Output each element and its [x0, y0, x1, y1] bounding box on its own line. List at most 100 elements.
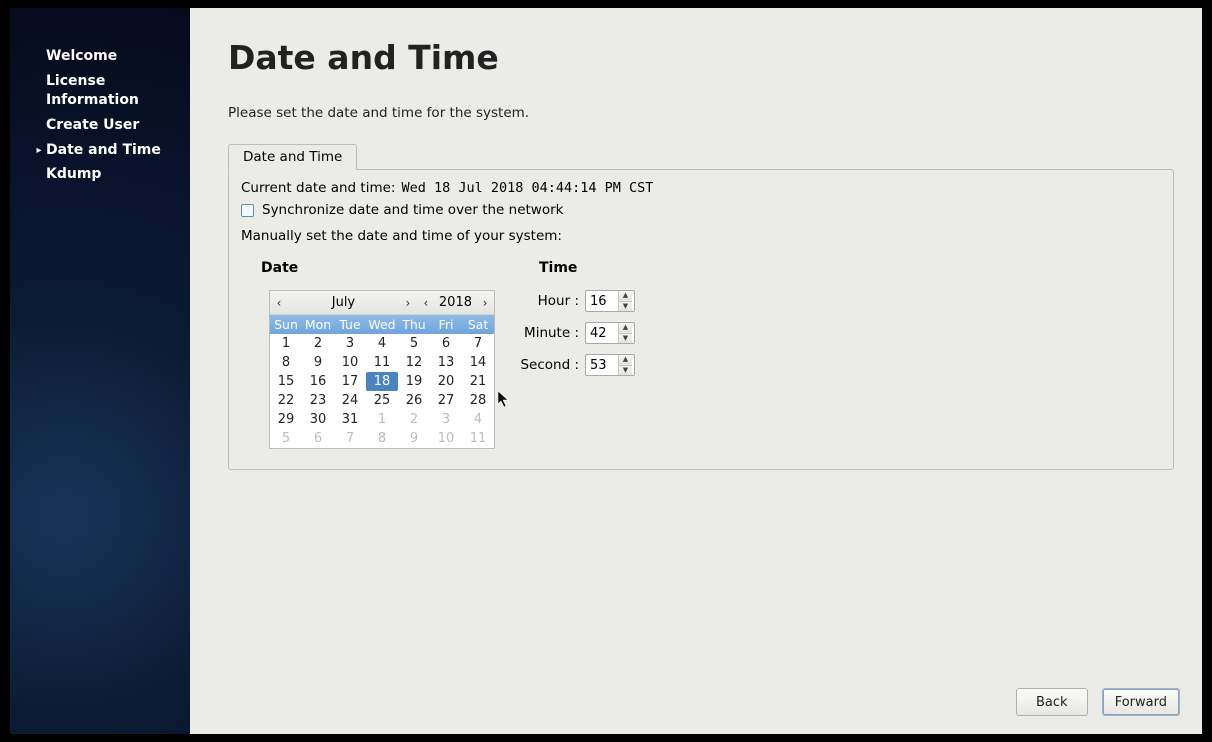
page-intro: Please set the date and time for the sys… [228, 105, 1174, 121]
current-datetime-value: Wed 18 Jul 2018 04:44:14 PM CST [401, 180, 653, 196]
calendar-day[interactable]: 14 [462, 353, 494, 372]
spin-down-icon[interactable]: ▼ [619, 366, 632, 376]
calendar-day[interactable]: 2 [302, 334, 334, 353]
date-heading: Date [261, 260, 511, 276]
sidebar-item-label: License Information [18, 72, 182, 110]
chevron-right-icon: ▸ [18, 141, 46, 158]
sidebar-item-label: Kdump [18, 165, 182, 184]
calendar-day[interactable]: 26 [398, 391, 430, 410]
calendar-day[interactable]: 22 [270, 391, 302, 410]
second-spinner[interactable]: ▲ ▼ [585, 354, 635, 376]
calendar-day[interactable]: 9 [302, 353, 334, 372]
time-heading: Time [539, 260, 639, 276]
calendar-day[interactable]: 31 [334, 410, 366, 429]
sidebar-item-kdump[interactable]: Kdump [10, 162, 190, 187]
calendar-day[interactable]: 29 [270, 410, 302, 429]
calendar-dow: Sun [270, 315, 302, 334]
calendar-day[interactable]: 21 [462, 372, 494, 391]
calendar-day[interactable]: 5 [398, 334, 430, 353]
page-title: Date and Time [228, 38, 1174, 77]
minute-spinner[interactable]: ▲ ▼ [585, 322, 635, 344]
prev-year-button[interactable]: ‹ [417, 296, 435, 310]
calendar-month-label[interactable]: July [288, 295, 399, 310]
sidebar-item-create-user[interactable]: Create User [10, 113, 190, 138]
sidebar-item-license[interactable]: License Information [10, 69, 190, 113]
calendar-day[interactable]: 6 [302, 429, 334, 448]
calendar-day[interactable]: 17 [334, 372, 366, 391]
calendar-day[interactable]: 9 [398, 429, 430, 448]
calendar-day[interactable]: 2 [398, 410, 430, 429]
calendar-day[interactable]: 7 [334, 429, 366, 448]
calendar-day[interactable]: 6 [430, 334, 462, 353]
sidebar: Welcome License Information Create User … [10, 8, 190, 734]
calendar-day[interactable]: 4 [366, 334, 398, 353]
back-button[interactable]: Back [1016, 688, 1088, 716]
calendar-day[interactable]: 3 [334, 334, 366, 353]
manual-set-label: Manually set the date and time of your s… [241, 228, 1161, 244]
sidebar-item-label: Date and Time [46, 141, 182, 160]
calendar-day[interactable]: 15 [270, 372, 302, 391]
sync-network-row[interactable]: Synchronize date and time over the netwo… [241, 202, 1161, 218]
footer-buttons: Back Forward [1016, 688, 1180, 716]
calendar-dow: Tue [334, 315, 366, 334]
tab-date-time[interactable]: Date and Time [228, 144, 357, 170]
sync-network-label: Synchronize date and time over the netwo… [262, 202, 563, 218]
next-year-button[interactable]: › [476, 296, 494, 310]
calendar-day[interactable]: 28 [462, 391, 494, 410]
calendar-day[interactable]: 18 [366, 372, 398, 391]
sidebar-item-welcome[interactable]: Welcome [10, 44, 190, 69]
date-column: Date ‹ July › ‹ 2018 › [241, 260, 511, 449]
next-month-button[interactable]: › [399, 296, 417, 310]
main-panel: Date and Time Please set the date and ti… [190, 8, 1202, 734]
sidebar-item-label: Welcome [18, 47, 182, 66]
calendar-day[interactable]: 10 [334, 353, 366, 372]
calendar-year-label[interactable]: 2018 [435, 295, 476, 310]
sidebar-item-date-time[interactable]: ▸ Date and Time [10, 138, 190, 163]
sync-network-checkbox[interactable] [241, 204, 254, 217]
calendar-day[interactable]: 12 [398, 353, 430, 372]
calendar-day[interactable]: 4 [462, 410, 494, 429]
calendar-day[interactable]: 25 [366, 391, 398, 410]
calendar-day[interactable]: 19 [398, 372, 430, 391]
forward-button[interactable]: Forward [1102, 688, 1180, 716]
prev-month-button[interactable]: ‹ [270, 296, 288, 310]
spin-down-icon[interactable]: ▼ [619, 334, 632, 344]
spin-up-icon[interactable]: ▲ [619, 355, 632, 366]
calendar-dow: Fri [430, 315, 462, 334]
spinner-buttons: ▲ ▼ [618, 323, 632, 343]
calendar-day[interactable]: 16 [302, 372, 334, 391]
calendar-day[interactable]: 5 [270, 429, 302, 448]
minute-label: Minute : [519, 325, 585, 341]
calendar-header: ‹ July › ‹ 2018 › [270, 291, 494, 315]
calendar-day[interactable]: 8 [270, 353, 302, 372]
second-input[interactable] [586, 355, 618, 375]
calendar-day[interactable]: 11 [366, 353, 398, 372]
tab-container: Date and Time Current date and time: Wed… [228, 143, 1174, 470]
calendar-day[interactable]: 23 [302, 391, 334, 410]
spin-down-icon[interactable]: ▼ [619, 302, 632, 312]
calendar-day[interactable]: 1 [366, 410, 398, 429]
hour-spinner[interactable]: ▲ ▼ [585, 290, 635, 312]
calendar-day[interactable]: 10 [430, 429, 462, 448]
calendar-day[interactable]: 20 [430, 372, 462, 391]
current-datetime-label: Current date and time: [241, 180, 395, 196]
hour-label: Hour : [519, 293, 585, 309]
minute-input[interactable] [586, 323, 618, 343]
calendar-day[interactable]: 13 [430, 353, 462, 372]
sidebar-item-label: Create User [18, 116, 182, 135]
time-column: Time Hour : ▲ ▼ Minute : [519, 260, 639, 449]
spin-up-icon[interactable]: ▲ [619, 323, 632, 334]
spin-up-icon[interactable]: ▲ [619, 291, 632, 302]
calendar-day[interactable]: 1 [270, 334, 302, 353]
calendar-day[interactable]: 27 [430, 391, 462, 410]
calendar-day[interactable]: 30 [302, 410, 334, 429]
calendar-day[interactable]: 24 [334, 391, 366, 410]
spinner-buttons: ▲ ▼ [618, 291, 632, 311]
hour-input[interactable] [586, 291, 618, 311]
calendar-day[interactable]: 7 [462, 334, 494, 353]
tab-body: Current date and time: Wed 18 Jul 2018 0… [228, 169, 1174, 470]
calendar-day[interactable]: 8 [366, 429, 398, 448]
calendar-day[interactable]: 3 [430, 410, 462, 429]
calendar-year-block: ‹ 2018 › [417, 295, 494, 310]
calendar-day[interactable]: 11 [462, 429, 494, 448]
